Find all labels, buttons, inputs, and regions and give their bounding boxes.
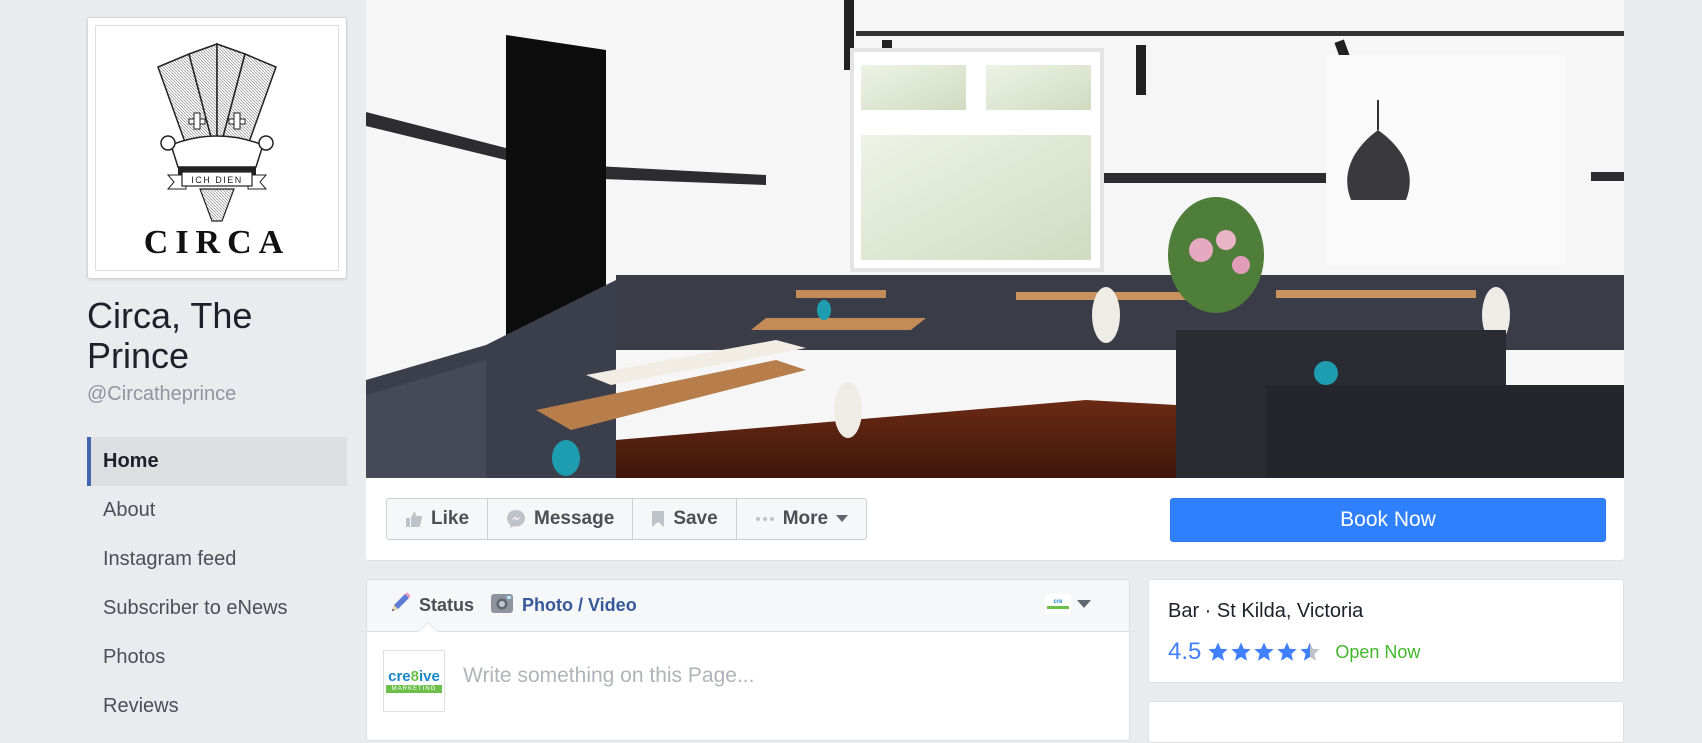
post-as-selector[interactable]: cre xyxy=(1045,594,1091,614)
caret-down-icon xyxy=(1077,600,1091,608)
nav-item-photos[interactable]: Photos xyxy=(87,633,347,682)
star-icon xyxy=(1300,642,1320,661)
more-label: More xyxy=(782,508,829,529)
composer-body: cre8ive MARKETING xyxy=(367,632,1129,732)
save-button[interactable]: Save xyxy=(633,499,737,539)
svg-text:ICH DIEN: ICH DIEN xyxy=(191,175,243,185)
circa-logo: ICH DIEN CIRCA xyxy=(144,42,290,261)
pencil-icon xyxy=(389,592,411,619)
svg-text:CIRCA: CIRCA xyxy=(144,224,290,261)
composer-tabs: Status Photo / Video cre xyxy=(367,580,1129,632)
rating-row: 4.5 Open Now xyxy=(1168,638,1420,666)
star-icon xyxy=(1231,642,1251,661)
post-composer: Status Photo / Video cre cre8ive MARKETI… xyxy=(366,579,1130,741)
page-username[interactable]: @Circatheprince xyxy=(87,383,236,406)
poster-mini-avatar: cre xyxy=(1045,594,1071,614)
open-status: Open Now xyxy=(1335,641,1421,662)
message-label: Message xyxy=(534,508,615,529)
book-now-button[interactable]: Book Now xyxy=(1170,498,1606,542)
category-location[interactable]: Bar · St Kilda, Victoria xyxy=(1168,600,1363,623)
tab-status[interactable]: Status xyxy=(389,592,474,619)
star-icon xyxy=(1254,642,1274,661)
nav-item-reviews[interactable]: Reviews xyxy=(87,682,347,731)
cover-photo[interactable] xyxy=(366,0,1624,478)
page-action-bar: Like Message Save More Book Now xyxy=(366,478,1624,561)
star-rating[interactable] xyxy=(1207,641,1321,663)
page-actions: Like Message Save More xyxy=(386,498,868,540)
nav-item-home[interactable]: Home xyxy=(87,437,347,486)
like-label: Like xyxy=(431,508,470,529)
star-icon xyxy=(1208,642,1228,661)
nav-item-instagram-feed[interactable]: Instagram feed xyxy=(87,535,347,584)
nav-item-subscriber-enews[interactable]: Subscriber to eNews xyxy=(87,584,347,633)
tab-status-label: Status xyxy=(419,595,475,615)
star-icon xyxy=(1277,642,1297,661)
cover-photo-image xyxy=(366,0,1624,478)
thumbs-up-icon xyxy=(405,510,423,528)
tab-photo-video-label: Photo / Video xyxy=(522,595,637,615)
nav-item-about[interactable]: About xyxy=(87,486,347,535)
ellipsis-icon xyxy=(755,516,775,522)
messenger-icon xyxy=(506,509,526,529)
rating-value[interactable]: 4.5 xyxy=(1168,638,1201,666)
message-button[interactable]: Message xyxy=(488,499,634,539)
more-button[interactable]: More xyxy=(737,499,866,539)
page-info-card: Bar · St Kilda, Victoria 4.5 Open Now xyxy=(1148,579,1624,683)
profile-picture[interactable]: ICH DIEN CIRCA xyxy=(87,17,347,279)
save-label: Save xyxy=(673,508,718,529)
camera-icon xyxy=(490,592,514,619)
bookmark-icon xyxy=(651,510,665,528)
like-button[interactable]: Like xyxy=(387,499,489,539)
page-title[interactable]: Circa, The Prince xyxy=(87,296,347,376)
poster-avatar[interactable]: cre8ive MARKETING xyxy=(383,650,445,712)
next-card xyxy=(1148,701,1624,743)
chevron-down-icon xyxy=(836,515,849,523)
post-text-input[interactable] xyxy=(463,664,1063,688)
active-tab-indicator-fill xyxy=(419,623,437,632)
tab-photo-video[interactable]: Photo / Video xyxy=(490,592,637,619)
page-nav: Home About Instagram feed Subscriber to … xyxy=(87,437,347,731)
